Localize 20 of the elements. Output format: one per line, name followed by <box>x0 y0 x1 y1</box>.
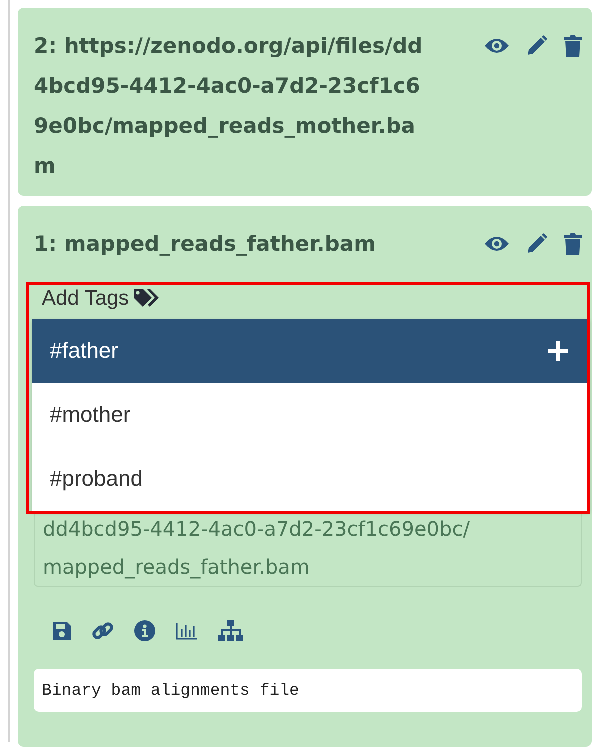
tags-icon <box>133 288 160 310</box>
sitemap-icon[interactable] <box>218 620 244 642</box>
info-text: dd4bcd95-4412-4ac0-a7d2-23cf1c69e0bc/ <box>43 516 471 543</box>
info-icon[interactable] <box>134 620 156 642</box>
save-icon[interactable] <box>52 621 72 641</box>
pencil-icon[interactable] <box>526 233 548 255</box>
tag-suggestion[interactable]: #father <box>32 319 590 383</box>
description-text: Binary bam alignments file <box>41 681 300 700</box>
add-tags-label[interactable]: Add Tags <box>42 287 130 311</box>
plus-icon[interactable] <box>548 341 568 361</box>
trash-icon[interactable] <box>564 34 582 58</box>
tag-suggestion[interactable]: #proband <box>32 447 590 511</box>
trash-icon[interactable] <box>564 232 582 256</box>
eye-icon[interactable] <box>484 37 510 55</box>
bar-chart-icon[interactable] <box>176 621 198 641</box>
dataset-title[interactable]: 1: mapped_reads_father.bam <box>34 224 426 264</box>
eye-icon[interactable] <box>484 235 510 253</box>
link-icon[interactable] <box>92 620 114 642</box>
pencil-icon[interactable] <box>526 35 548 57</box>
info-text: mapped_reads_father.bam <box>43 554 311 581</box>
